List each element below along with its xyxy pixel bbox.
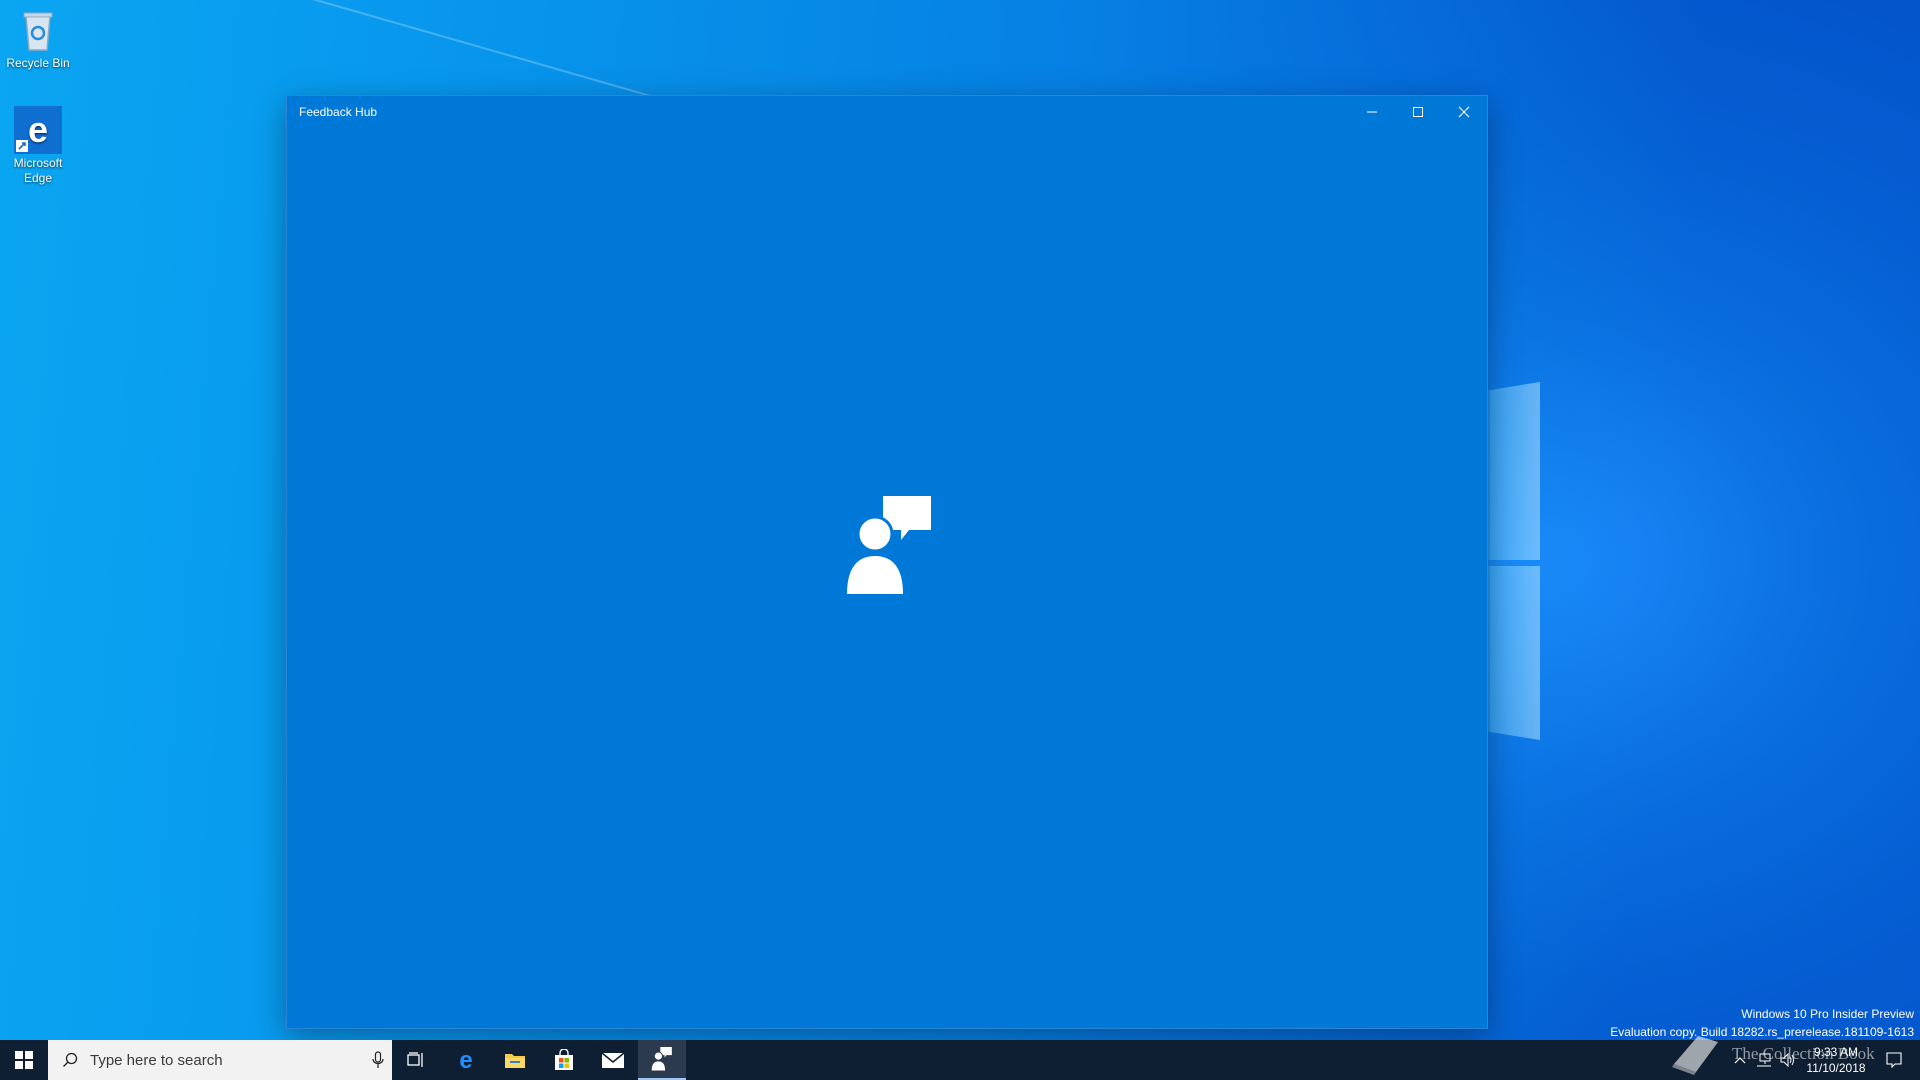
- desktop-icon-label: Microsoft Edge: [13, 156, 63, 185]
- task-view-button[interactable]: [392, 1040, 440, 1080]
- taskbar-app-edge[interactable]: e: [442, 1040, 490, 1080]
- desktop-icon-label: Recycle Bin: [6, 56, 70, 70]
- watermark-edition: Windows 10 Pro Insider Preview: [1741, 1007, 1914, 1021]
- watermark-build: Evaluation copy. Build 18282.rs_prerelea…: [1610, 1025, 1914, 1039]
- task-view-icon: [407, 1052, 423, 1067]
- svg-text:e: e: [28, 109, 48, 150]
- taskbar-search-box[interactable]: [48, 1040, 392, 1080]
- taskbar-app-feedback-hub[interactable]: [638, 1040, 686, 1080]
- feedback-hub-icon: [651, 1047, 672, 1071]
- search-input[interactable]: [88, 1050, 352, 1070]
- feedback-person-speech-icon: [847, 496, 931, 594]
- maximize-button[interactable]: [1395, 96, 1441, 128]
- file-explorer-icon: [505, 1054, 525, 1068]
- search-icon: [63, 1052, 78, 1067]
- window-titlebar[interactable]: Feedback Hub: [287, 96, 1487, 128]
- action-center-button[interactable]: [1876, 1040, 1912, 1080]
- edge-icon: e: [14, 106, 62, 154]
- maximize-icon: [1413, 107, 1423, 117]
- collection-book-watermark: The Collection Book: [1732, 1044, 1875, 1063]
- recycle-bin-icon: [14, 6, 62, 54]
- start-button[interactable]: [0, 1040, 48, 1080]
- close-icon: [1458, 106, 1470, 118]
- windows-start-icon: [15, 1051, 33, 1069]
- build-watermark: Windows 10 Pro Insider Preview Evaluatio…: [1610, 1005, 1914, 1041]
- store-icon: [555, 1049, 573, 1070]
- book-watermark-icon: [1672, 1036, 1718, 1075]
- close-button[interactable]: [1441, 96, 1487, 128]
- taskbar-app-file-explorer[interactable]: [491, 1040, 539, 1080]
- taskbar-app-store[interactable]: [540, 1040, 588, 1080]
- desktop-icon-recycle-bin[interactable]: Recycle Bin: [0, 6, 76, 71]
- minimize-button[interactable]: [1349, 96, 1395, 128]
- svg-text:e: e: [459, 1049, 472, 1071]
- edge-icon: e: [459, 1049, 472, 1071]
- microphone-icon[interactable]: [372, 1051, 384, 1069]
- minimize-icon: [1367, 111, 1377, 113]
- feedback-hub-window[interactable]: Feedback Hub: [287, 96, 1487, 1028]
- taskbar-app-mail[interactable]: [589, 1040, 637, 1080]
- notification-icon: [1886, 1052, 1902, 1068]
- window-title: Feedback Hub: [299, 105, 378, 119]
- mail-icon: [601, 1052, 625, 1068]
- desktop-icon-microsoft-edge[interactable]: e Microsoft Edge: [0, 106, 76, 186]
- taskbar: e: [0, 1040, 1920, 1080]
